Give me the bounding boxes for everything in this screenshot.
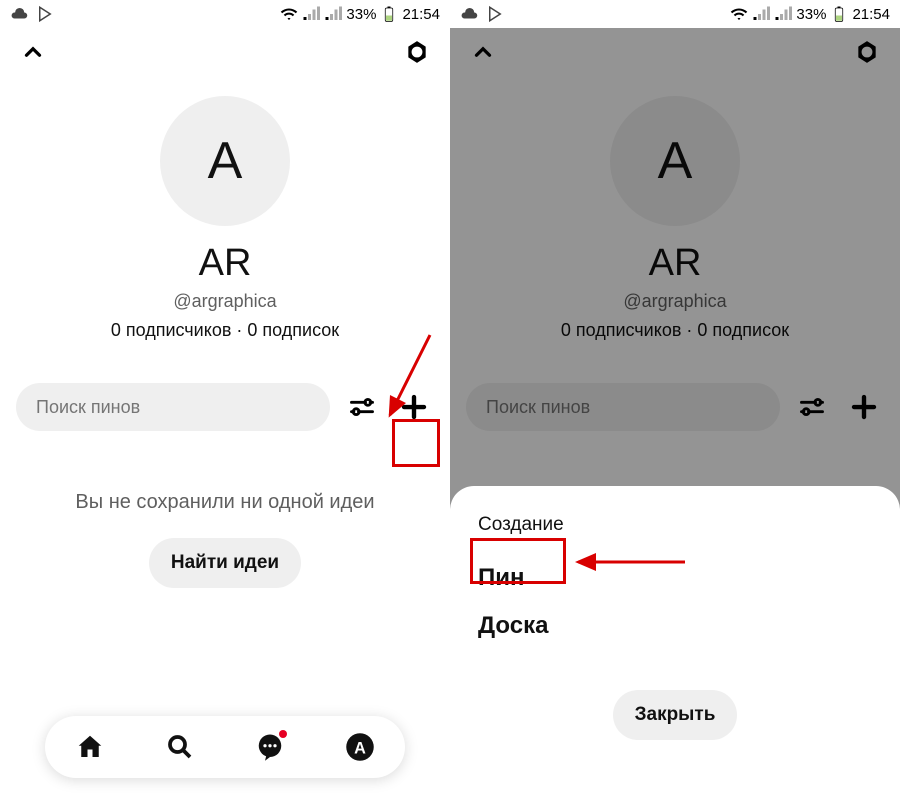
play-store-icon	[486, 5, 504, 23]
create-board-option[interactable]: Доска	[478, 602, 548, 650]
screenshot-right: 33% 21:54 A AR @argraphica 0 подписчиков…	[450, 0, 900, 796]
signal-2-icon	[324, 5, 342, 23]
close-sheet-button[interactable]: Закрыть	[613, 690, 738, 740]
play-store-icon	[36, 5, 54, 23]
bottom-nav: A	[45, 716, 405, 778]
home-icon	[75, 732, 105, 762]
status-bar: 33% 21:54	[0, 0, 450, 28]
battery-percent: 33%	[346, 6, 376, 23]
avatar[interactable]: A	[160, 96, 290, 226]
display-name: AR	[0, 242, 450, 285]
cloud-icon	[460, 5, 478, 23]
profile-section: A AR @argraphica 0 подписчиков · 0 подпи…	[0, 76, 450, 341]
filter-button[interactable]	[342, 387, 382, 427]
wifi-icon	[730, 5, 748, 23]
app-header	[0, 28, 450, 76]
signal-1-icon	[752, 5, 770, 23]
status-bar: 33% 21:54	[450, 0, 900, 28]
nav-home[interactable]	[73, 730, 107, 764]
battery-percent: 33%	[796, 6, 826, 23]
empty-message: Вы не сохранили ни одной идеи	[0, 491, 450, 514]
user-handle: @argraphica	[0, 291, 450, 312]
filter-icon	[348, 393, 376, 421]
search-row	[0, 383, 450, 431]
profile-badge-icon: A	[345, 732, 375, 762]
clock: 21:54	[402, 6, 440, 23]
follow-stats: 0 подписчиков · 0 подписок	[0, 320, 450, 341]
nav-notifications[interactable]	[253, 730, 287, 764]
add-button[interactable]	[394, 387, 434, 427]
nav-profile[interactable]: A	[343, 730, 377, 764]
sheet-title: Создание	[478, 514, 872, 536]
svg-text:A: A	[354, 739, 366, 757]
notification-dot	[279, 730, 287, 738]
create-sheet: Создание Пин Доска Закрыть	[450, 486, 900, 796]
battery-icon	[830, 5, 848, 23]
screenshot-left: 33% 21:54 A AR @argraphica 0 подписчиков…	[0, 0, 450, 796]
signal-2-icon	[774, 5, 792, 23]
empty-state: Вы не сохранили ни одной идеи Найти идеи	[0, 491, 450, 588]
battery-icon	[380, 5, 398, 23]
clock: 21:54	[852, 6, 890, 23]
search-input[interactable]	[16, 383, 330, 431]
plus-icon	[399, 392, 429, 422]
nav-search[interactable]	[163, 730, 197, 764]
settings-hex-icon[interactable]	[404, 39, 430, 65]
wifi-icon	[280, 5, 298, 23]
signal-1-icon	[302, 5, 320, 23]
cloud-icon	[10, 5, 28, 23]
find-ideas-button[interactable]: Найти идеи	[149, 538, 301, 588]
create-pin-option[interactable]: Пин	[478, 554, 525, 602]
avatar-letter: A	[208, 131, 243, 191]
search-icon	[165, 732, 195, 762]
chevron-up-icon[interactable]	[20, 39, 46, 65]
